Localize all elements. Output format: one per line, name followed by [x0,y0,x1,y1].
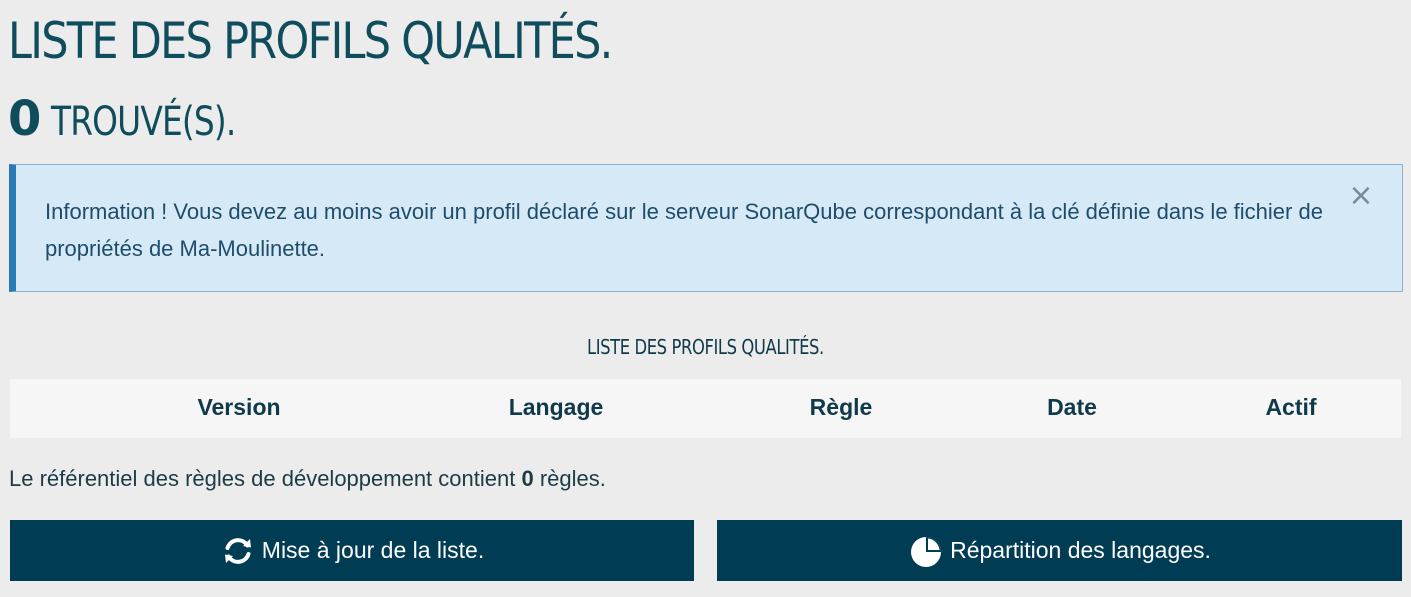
rules-summary-prefix: Le référentiel des règles de développeme… [9,466,516,491]
alert-message: Information ! Vous devez au moins avoir … [45,199,1323,261]
table-caption: LISTE DES PROFILS QUALITÉS. [0,332,1411,362]
languages-distribution-label: Répartition des langages. [950,537,1211,563]
rules-summary: Le référentiel des règles de développeme… [9,462,606,496]
found-count-line: 0 TROUVÉ(S). [8,86,276,163]
rules-summary-suffix: règles. [539,466,606,491]
refresh-icon [220,533,256,569]
column-header-langage[interactable]: Langage [509,379,604,435]
found-count: 0 [8,91,42,147]
table-header-row: Version Langage Règle Date Actif [10,379,1401,438]
rules-count: 0 [521,466,534,491]
column-header-date[interactable]: Date [1047,379,1097,435]
close-icon[interactable]: × [1346,181,1376,211]
page-title: LISTE DES PROFILS QUALITÉS. [8,12,613,70]
update-list-label: Mise à jour de la liste. [261,537,485,563]
column-header-regle[interactable]: Règle [810,379,873,435]
update-list-button[interactable]: Mise à jour de la liste. [10,520,694,581]
column-header-actif[interactable]: Actif [1265,379,1316,435]
languages-distribution-button[interactable]: Répartition des langages. [717,520,1402,581]
info-alert: Information ! Vous devez au moins avoir … [9,164,1403,292]
column-header-version[interactable]: Version [197,379,280,435]
found-label: TROUVÉ(S). [51,99,236,145]
pie-chart-icon [908,533,944,569]
table-caption-text: LISTE DES PROFILS QUALITÉS. [587,335,824,359]
